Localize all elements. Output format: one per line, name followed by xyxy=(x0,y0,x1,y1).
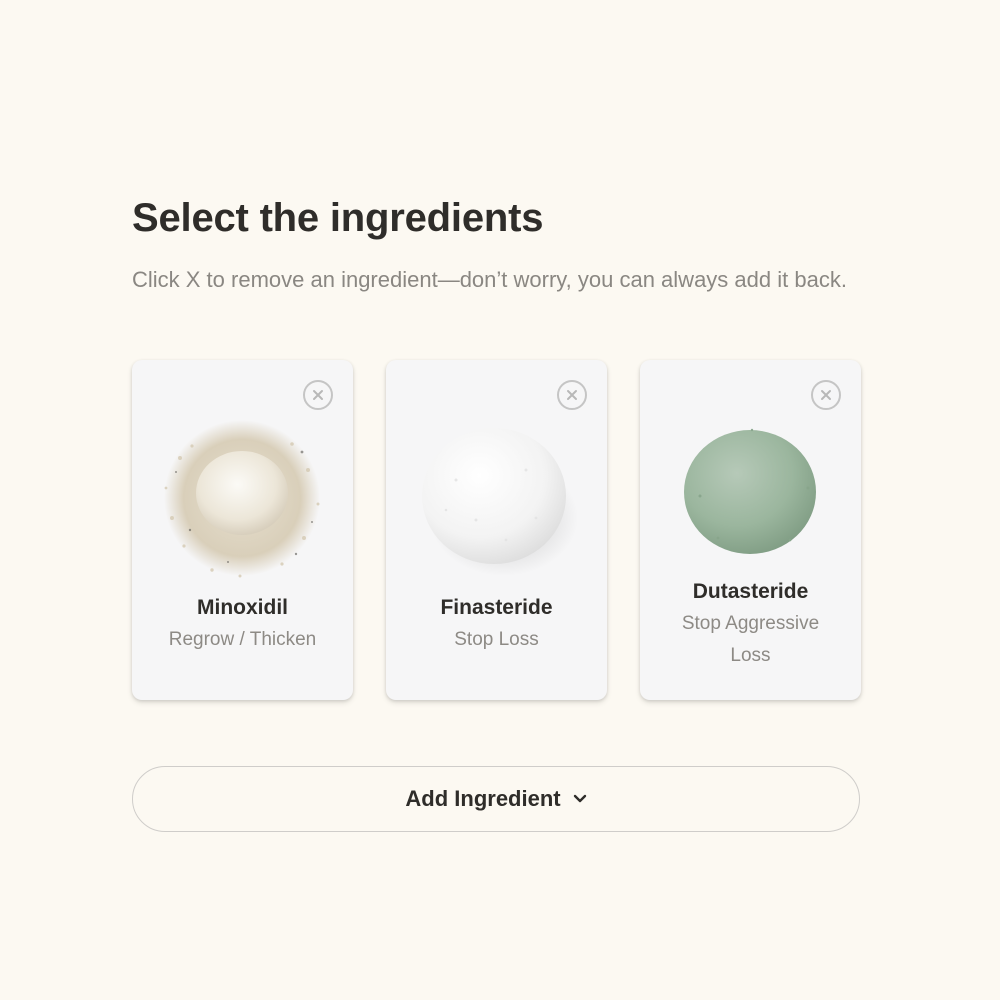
ingredient-description: Stop Aggressive Loss xyxy=(681,613,820,666)
ingredient-card-dutasteride[interactable]: Dutasteride Stop Aggressive Loss xyxy=(640,360,861,700)
finasteride-powder-image xyxy=(422,428,578,576)
add-ingredient-label: Add Ingredient xyxy=(405,786,561,811)
page-title: Select the ingredients xyxy=(132,196,544,240)
page-subtitle: Click X to remove an ingredient—don’t wo… xyxy=(132,267,847,292)
ingredient-cards: Minoxidil Regrow / Thicken Finasteride S… xyxy=(132,360,862,702)
ingredient-description: Regrow / Thicken xyxy=(168,629,317,650)
ingredient-name: Minoxidil xyxy=(197,596,288,619)
ingredient-card-minoxidil[interactable]: Minoxidil Regrow / Thicken xyxy=(132,360,353,700)
dutasteride-powder-image xyxy=(684,428,816,554)
ingredient-card-finasteride[interactable]: Finasteride Stop Loss xyxy=(386,360,607,700)
minoxidil-powder-image xyxy=(164,420,320,578)
chevron-down-icon xyxy=(573,794,586,803)
ingredient-description: Stop Loss xyxy=(454,629,539,650)
add-ingredient-button[interactable]: Add Ingredient xyxy=(132,766,860,832)
ingredient-name: Finasteride xyxy=(440,596,553,619)
ingredient-selector: Select the ingredients Click X to remove… xyxy=(132,188,862,832)
ingredient-name: Dutasteride xyxy=(692,580,809,603)
